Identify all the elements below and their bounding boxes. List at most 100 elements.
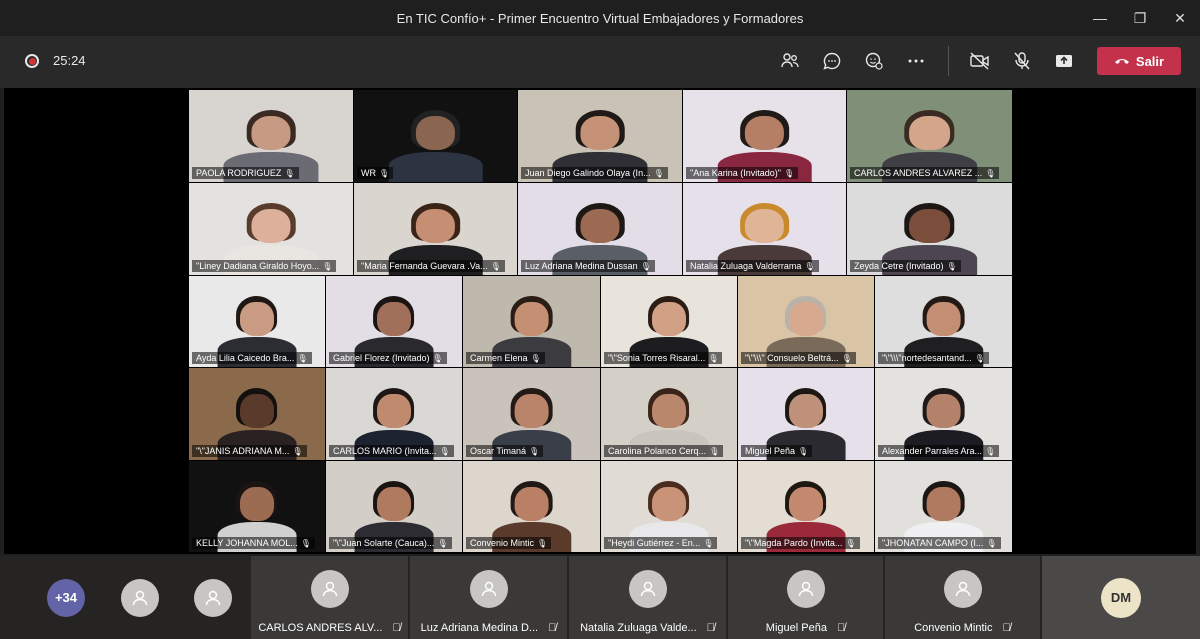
more-icon[interactable] (905, 50, 927, 72)
mic-off-icon: 🎙̸ (392, 622, 401, 634)
participant-name: Carolina Polanco Cerq... (608, 446, 707, 456)
person-icon (943, 569, 982, 608)
mic-icon: 🎙 (985, 168, 996, 178)
participant-name: "\"Sonia Torres Risaral... (608, 353, 706, 363)
mic-icon: 🎙 (783, 168, 795, 178)
participant-name-label: "\"Magda Pardo (Invita... 🎙 (741, 537, 860, 549)
participant-name: Oscar Timaná (470, 446, 527, 456)
video-tile[interactable]: Zeyda Cetre (Invitado) 🎙 (847, 183, 1012, 275)
participant-card[interactable]: CARLOS ANDRES ALV... 🎙̸ (251, 556, 408, 639)
minimize-button[interactable]: — (1080, 0, 1120, 36)
video-tile[interactable]: KELLY JOHANNA MOL... 🎙 (189, 461, 325, 552)
participant-name: Natalia Zuluaga Valderrama (690, 261, 802, 271)
video-tile[interactable]: WR 🎙 (354, 90, 517, 182)
mic-icon: 🎙 (974, 353, 985, 363)
person-icon (121, 578, 159, 617)
video-tile[interactable]: "\"JANIS ADRIANA M... 🎙 (189, 368, 325, 460)
video-tile[interactable]: "JHONATAN CAMPO (I... 🎙 (875, 461, 1012, 552)
mic-icon: 🎙 (841, 353, 852, 363)
maximize-button[interactable]: ❐ (1120, 0, 1160, 36)
video-tile[interactable]: PAOLA RODRIGUEZ 🎙 (189, 90, 353, 182)
participant-name-label: CARLOS MARIO (Invita... 🎙 (329, 445, 454, 457)
mic-icon: 🎙 (300, 538, 311, 548)
participant-name-label: "\"Sonia Torres Risaral... 🎙 (604, 352, 723, 364)
participant-name: "\"JANIS ADRIANA M... (196, 446, 290, 456)
self-video-card[interactable]: DM (1042, 556, 1200, 639)
video-tile[interactable]: Natalia Zuluaga Valderrama 🎙 (683, 183, 846, 275)
video-tile[interactable]: Carmen Elena 🎙 (463, 276, 600, 367)
video-tile[interactable]: Convenio Mintic 🎙 (463, 461, 600, 552)
camera-off-icon[interactable] (969, 50, 991, 72)
participant-name-label: "\"Juan Solarte (Cauca)... 🎙 (329, 537, 452, 549)
participant-name: "JHONATAN CAMPO (I... (882, 538, 984, 548)
participant-card[interactable]: Luz Adriana Medina D... 🎙̸ (410, 556, 567, 639)
video-tile[interactable]: CARLOS ANDRES ALVAREZ ... 🎙 (847, 90, 1012, 182)
participant-name-label: PAOLA RODRIGUEZ 🎙 (192, 167, 299, 179)
person-icon (310, 569, 349, 608)
mic-off-icon: 🎙̸ (548, 622, 557, 634)
more-count-badge: +34 (47, 578, 85, 617)
video-tile[interactable]: Oscar Timaná 🎙 (463, 368, 600, 460)
mic-off-icon: 🎙̸ (836, 622, 846, 634)
close-button[interactable]: ✕ (1160, 0, 1200, 36)
mic-icon: 🎙 (986, 538, 997, 548)
participant-name: PAOLA RODRIGUEZ (196, 168, 282, 178)
video-tile[interactable]: "Ana Karina (Invitado)" 🎙 (683, 90, 846, 182)
participant-name-label: "Ana Karina (Invitado)" 🎙 (686, 167, 799, 179)
participant-avatar[interactable] (187, 556, 239, 639)
participant-name: Gabriel Florez (Invitado) (333, 353, 430, 363)
mic-icon: 🎙 (432, 353, 443, 363)
participant-name-label: Alexander Parrales Ara... 🎙 (878, 445, 1000, 457)
participant-name: Convenio Mintic (470, 538, 535, 548)
person-icon (469, 569, 508, 608)
video-tile[interactable]: "\"Magda Pardo (Invita... 🎙 (738, 461, 874, 552)
video-tile[interactable]: "\"\\\" Consuelo Beltrá... 🎙 (738, 276, 874, 367)
participant-name: CARLOS MARIO (Invita... (333, 446, 437, 456)
participant-avatar[interactable] (114, 556, 166, 639)
participant-name-label: Convenio Mintic 🎙 (466, 537, 552, 549)
video-tile[interactable]: "\"Sonia Torres Risaral... 🎙 (601, 276, 737, 367)
video-tile[interactable]: Juan Diego Galindo Olaya (In... 🎙 (518, 90, 682, 182)
participant-card[interactable]: Convenio Mintic 🎙̸ (885, 556, 1040, 639)
leave-button[interactable]: Salir (1097, 47, 1181, 75)
participant-name-label: Juan Diego Galindo Olaya (In... 🎙 (521, 167, 668, 179)
video-tile[interactable]: "Maria Fernanda Guevara .Va... 🎙 (354, 183, 517, 275)
video-tile[interactable]: Gabriel Florez (Invitado) 🎙 (326, 276, 462, 367)
mic-icon: 🎙 (640, 261, 651, 271)
participant-name-label: WR 🎙 (357, 167, 394, 179)
video-tile[interactable]: Alexander Parrales Ara... 🎙 (875, 368, 1012, 460)
participant-name-label: "Heydi Gutiérrez - En... 🎙 (604, 537, 718, 549)
participant-name-label: Gabriel Florez (Invitado) 🎙 (329, 352, 447, 364)
video-tile[interactable]: CARLOS MARIO (Invita... 🎙 (326, 368, 462, 460)
participant-name: "\"\\\" Consuelo Beltrá... (745, 353, 839, 363)
participant-name-label: Natalia Zuluaga Valderrama 🎙 (686, 260, 819, 272)
mic-icon: 🎙 (297, 353, 308, 363)
video-tile[interactable]: "\"\\\"nortedesantand... 🎙 (875, 276, 1012, 367)
video-tile[interactable]: "Liney Dadiana Giraldo Hoyo... 🎙 (189, 183, 353, 275)
participant-name-label: KELLY JOHANNA MOL... 🎙 (192, 537, 315, 549)
video-tile[interactable]: "\"Juan Solarte (Cauca)... 🎙 (326, 461, 462, 552)
mic-icon: 🎙 (703, 538, 714, 548)
mic-icon: 🎙 (439, 446, 450, 456)
participant-name: Miguel Peña (745, 446, 796, 456)
video-tile[interactable]: Luz Adriana Medina Dussan 🎙 (518, 183, 682, 275)
video-tile[interactable]: Carolina Polanco Cerq... 🎙 (601, 368, 737, 460)
participant-name: Zeyda Cetre (Invitado) (854, 261, 944, 271)
participant-card[interactable]: Natalia Zuluaga Valde... 🎙̸ (569, 556, 726, 639)
share-icon[interactable] (1053, 50, 1075, 72)
reactions-icon[interactable] (863, 50, 885, 72)
mic-icon: 🎙 (490, 261, 501, 271)
more-participants[interactable]: +34 (40, 556, 92, 639)
mic-off-icon[interactable] (1011, 50, 1033, 72)
people-icon[interactable] (779, 50, 801, 72)
participant-name: "Liney Dadiana Giraldo Hoyo... (196, 261, 320, 271)
participant-name-label: CARLOS ANDRES ALVAREZ ... 🎙 (850, 167, 1000, 179)
video-tile[interactable]: Ayda Lilia Caicedo Bra... 🎙 (189, 276, 325, 367)
window-title: En TIC Confío+ - Primer Encuentro Virtua… (396, 10, 804, 26)
chat-icon[interactable] (821, 50, 843, 72)
participant-name-row: Natalia Zuluaga Valde... 🎙̸ (580, 622, 715, 634)
video-tile[interactable]: Miguel Peña 🎙 (738, 368, 874, 460)
video-tile[interactable]: "Heydi Gutiérrez - En... 🎙 (601, 461, 737, 552)
participant-card[interactable]: Miguel Peña 🎙̸ (728, 556, 883, 639)
participant-name-label: Ayda Lilia Caicedo Bra... 🎙 (192, 352, 312, 364)
